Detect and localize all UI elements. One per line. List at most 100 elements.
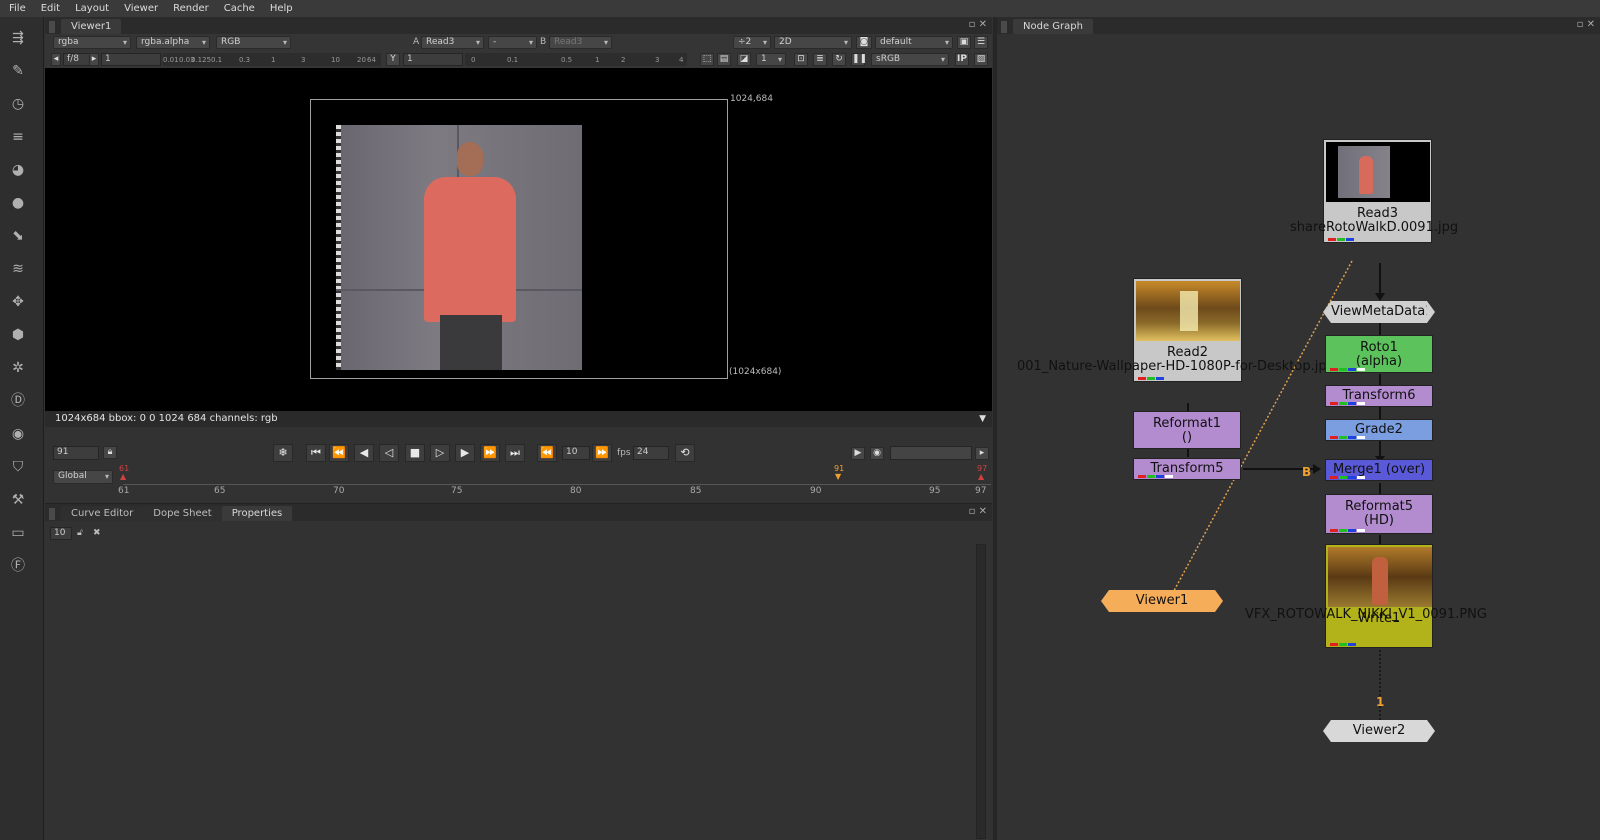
viewer-menu-icon[interactable]: ☰ [974, 36, 988, 49]
increment-field[interactable]: 10 [562, 446, 590, 460]
camera-icon[interactable]: ◙ [856, 36, 872, 49]
channels-dropdown[interactable]: rgba [53, 36, 131, 49]
fstop-field[interactable]: f/8 [63, 53, 91, 66]
node-viewer1[interactable]: Viewer1 [1101, 590, 1223, 612]
downscale-dropdown[interactable]: ÷2 [733, 36, 771, 49]
node-transform6[interactable]: Transform6 [1325, 385, 1433, 407]
menu-layout[interactable]: Layout [66, 3, 115, 14]
merge-nodes-icon[interactable]: ≋ [9, 260, 27, 278]
panel-float-close-icon[interactable]: ▫ ✕ [969, 19, 987, 30]
node-transform5[interactable]: Transform5 [1133, 458, 1241, 480]
next-frame-icon[interactable]: ▶ [455, 444, 475, 462]
alpha-channel-dropdown[interactable]: rgba.alpha [136, 36, 210, 49]
furnace-nodes-icon[interactable]: Ⓕ [9, 557, 27, 575]
prev-frame-icon[interactable]: ◀ [354, 444, 374, 462]
last-frame-icon[interactable]: ⏭ [505, 444, 525, 462]
node-graph-panel[interactable]: Node Graph ▫ ✕ Read3 shareRotoWalkD.0091… [997, 17, 1600, 840]
skip-back-icon[interactable]: ⏪ [537, 444, 557, 462]
play-forward-icon[interactable]: ▷ [430, 444, 450, 462]
tab-viewer1[interactable]: Viewer1 [61, 19, 122, 34]
menu-viewer[interactable]: Viewer [115, 3, 164, 14]
clear-panels-icon[interactable]: ✖ [93, 528, 101, 538]
timeline[interactable]: Global 61 ▲ 91 ▼ 97 ▲ 61 65 70 75 80 85 … [45, 464, 992, 503]
gamma-y-button[interactable]: Y [386, 53, 400, 66]
stop-icon[interactable]: ■ [405, 444, 425, 462]
a-input-dropdown[interactable]: Read3 [421, 36, 484, 49]
lut-dropdown[interactable]: default [875, 36, 953, 49]
global-range-dropdown[interactable]: Global [53, 470, 113, 484]
play-backward-icon[interactable]: ◁ [379, 444, 399, 462]
time-nodes-icon[interactable]: ◷ [9, 95, 27, 113]
fps-field[interactable]: 24 [633, 446, 669, 460]
pause-icon[interactable]: ❚❚ [851, 53, 867, 66]
lock-panels-icon[interactable]: 🔓︎ [77, 528, 83, 538]
node-grade2[interactable]: Grade2 [1325, 419, 1433, 441]
image-nodes-icon[interactable]: ⇶ [9, 29, 27, 47]
panel-grip[interactable] [49, 21, 55, 33]
node-viewmetadata1[interactable]: ViewMetaData1 [1323, 301, 1435, 323]
viewer-viewport[interactable]: 1024,684 (1024x684) [45, 68, 992, 419]
node-roto1[interactable]: Roto1 (alpha) [1325, 335, 1433, 373]
tab-dope-sheet[interactable]: Dope Sheet [143, 506, 222, 521]
info-expand-icon[interactable]: ▼ [979, 411, 986, 427]
frame-step-dropdown[interactable]: 1 [756, 53, 786, 66]
playback-range-field[interactable] [890, 446, 972, 460]
next-keyframe-icon[interactable]: ⏩ [480, 444, 500, 462]
metadata-nodes-icon[interactable]: ⛉ [9, 458, 27, 476]
gain-field[interactable]: 1 [101, 53, 161, 66]
lines-icon[interactable]: ≣ [813, 53, 827, 66]
draw-nodes-icon[interactable]: ✎ [9, 62, 27, 80]
other-nodes-icon[interactable]: ▭ [9, 524, 27, 542]
fstop-decrease-icon[interactable]: ◂ [51, 53, 61, 66]
roi-icon[interactable]: ▣ [957, 36, 971, 49]
display-channels-dropdown[interactable]: RGB [216, 36, 291, 49]
panel-float-close-icon[interactable]: ▫ ✕ [969, 506, 987, 517]
menu-cache[interactable]: Cache [215, 3, 261, 14]
gamma-slider[interactable]: 0 0.1 0.5 1 2 3 4 [465, 53, 687, 66]
menu-edit[interactable]: Edit [32, 3, 66, 14]
max-panels-field[interactable]: 10 [50, 527, 72, 540]
proxy-icon[interactable]: ⊡ [794, 53, 808, 66]
flipbook-icon[interactable]: ▶ [851, 447, 865, 460]
b-input-dropdown[interactable]: Read3 [549, 36, 612, 49]
properties-scrollbar[interactable] [976, 544, 986, 839]
ip-button[interactable]: IP [955, 53, 969, 66]
views-nodes-icon[interactable]: ◉ [9, 425, 27, 443]
playhead-icon[interactable]: ▼ [835, 472, 841, 481]
view-mode-dropdown[interactable]: 2D [774, 36, 852, 49]
3d-nodes-icon[interactable]: ⬢ [9, 326, 27, 344]
filter-nodes-icon[interactable]: ● [9, 194, 27, 212]
composite-dropdown[interactable]: - [488, 36, 537, 49]
menu-render[interactable]: Render [164, 3, 215, 14]
refresh-icon[interactable]: ↻ [832, 53, 846, 66]
keyer-nodes-icon[interactable]: ⬊ [9, 227, 27, 245]
channel-nodes-icon[interactable]: ≡ [9, 128, 27, 146]
node-merge1[interactable]: Merge1 (over) [1325, 459, 1433, 481]
panel-grip[interactable] [49, 508, 55, 520]
wipe-icon[interactable]: ◪ [737, 53, 751, 66]
current-frame-field[interactable]: 91 [53, 446, 99, 460]
loop-icon[interactable]: ⟲ [675, 444, 695, 462]
node-reformat5[interactable]: Reformat5 (HD) [1325, 494, 1433, 534]
particles-nodes-icon[interactable]: ✲ [9, 359, 27, 377]
snowflake-icon[interactable]: ❄ [273, 444, 293, 462]
lock-icon[interactable]: 🔒︎ [103, 446, 117, 459]
crop-icon[interactable]: ⬚ [700, 53, 714, 66]
tab-curve-editor[interactable]: Curve Editor [61, 506, 144, 521]
menu-file[interactable]: File [0, 3, 32, 14]
fstop-increase-icon[interactable]: ▸ [89, 53, 99, 66]
node-viewer2[interactable]: Viewer2 [1323, 720, 1435, 742]
deep-nodes-icon[interactable]: Ⓓ [9, 392, 27, 410]
skip-forward-icon[interactable]: ⏩ [592, 444, 612, 462]
node-write1[interactable]: Write1 [1325, 544, 1433, 648]
color-nodes-icon[interactable]: ◕ [9, 161, 27, 179]
checker-icon[interactable]: ▨ [974, 53, 988, 66]
transform-nodes-icon[interactable]: ✥ [9, 293, 27, 311]
node-reformat1[interactable]: Reformat1 () [1133, 411, 1241, 449]
range-menu-icon[interactable]: ▸ [975, 447, 989, 460]
tab-properties[interactable]: Properties [221, 506, 293, 521]
gamma-field[interactable]: 1 [403, 53, 463, 66]
gain-slider[interactable]: 0.01 0.03 0.125 0.1 0.3 1 3 10 20 64 [163, 53, 381, 66]
capture-icon[interactable]: ◉ [870, 447, 884, 460]
colorspace-dropdown[interactable]: sRGB [871, 53, 949, 66]
